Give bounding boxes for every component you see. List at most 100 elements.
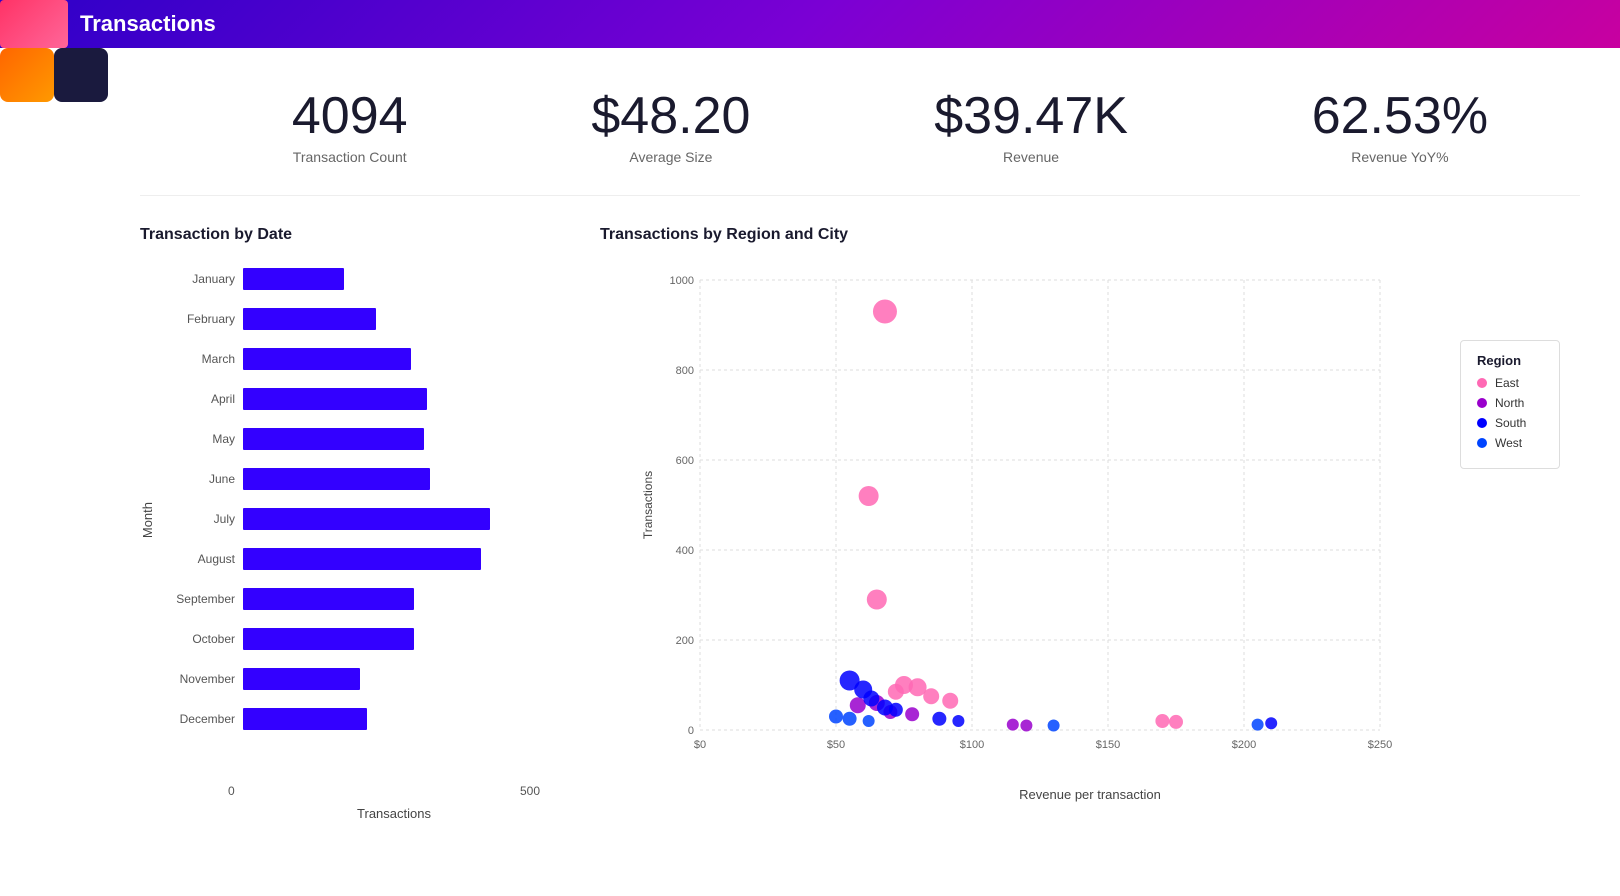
svg-text:Transactions: Transactions (641, 471, 655, 539)
svg-text:$200: $200 (1232, 739, 1256, 751)
bar-row: July (163, 500, 560, 538)
legend-dot (1477, 438, 1487, 448)
legend-item: North (1477, 396, 1543, 410)
scatter-point[interactable] (863, 691, 879, 707)
scatter-point[interactable] (905, 707, 919, 721)
kpi-average-size-value: $48.20 (591, 88, 750, 145)
bar-track (243, 428, 560, 450)
svg-text:$0: $0 (694, 739, 706, 751)
bar-month-label: October (163, 632, 243, 646)
scatter-x-label: Revenue per transaction (600, 787, 1580, 802)
bar-track (243, 268, 560, 290)
bar-month-label: November (163, 672, 243, 686)
scatter-point[interactable] (1169, 715, 1183, 729)
kpi-transaction-count-label: Transaction Count (292, 149, 408, 165)
kpi-average-size: $48.20 Average Size (591, 88, 750, 165)
legend-label: North (1495, 396, 1524, 410)
scatter-point[interactable] (889, 703, 903, 717)
scatter-point[interactable] (1155, 714, 1169, 728)
bar-row: June (163, 460, 560, 498)
scatter-point[interactable] (863, 715, 875, 727)
svg-text:$150: $150 (1096, 739, 1120, 751)
bar-fill (243, 348, 411, 370)
main-content: 4094 Transaction Count $48.20 Average Si… (0, 48, 1620, 896)
x-tick-500: 500 (520, 784, 540, 798)
scatter-point[interactable] (952, 715, 964, 727)
kpi-average-size-label: Average Size (591, 149, 750, 165)
scatter-point[interactable] (859, 486, 879, 506)
bar-row: January (163, 260, 560, 298)
scatter-chart-section: Transactions by Region and City 02004006… (600, 226, 1580, 821)
scatter-point[interactable] (923, 688, 939, 704)
scatter-point[interactable] (1020, 720, 1032, 732)
bar-fill (243, 468, 430, 490)
scatter-point[interactable] (873, 300, 897, 324)
bar-row: April (163, 380, 560, 418)
bar-fill (243, 708, 367, 730)
bar-fill (243, 308, 376, 330)
bar-fill (243, 548, 481, 570)
scatter-point[interactable] (1265, 717, 1277, 729)
bar-row: May (163, 420, 560, 458)
bar-row: February (163, 300, 560, 338)
svg-text:0: 0 (688, 725, 694, 737)
scatter-chart-area: 02004006008001000$0$50$100$150$200$250Tr… (600, 260, 1580, 820)
bar-chart-title: Transaction by Date (140, 226, 560, 244)
svg-text:600: 600 (676, 455, 694, 467)
bar-y-label: Month (140, 502, 155, 538)
logo-dark (54, 48, 108, 102)
kpi-revenue-yoy-label: Revenue YoY% (1312, 149, 1488, 165)
bar-month-label: June (163, 472, 243, 486)
legend-item: South (1477, 416, 1543, 430)
legend-label: South (1495, 416, 1526, 430)
kpi-row: 4094 Transaction Count $48.20 Average Si… (140, 68, 1580, 196)
bar-track (243, 348, 560, 370)
svg-text:1000: 1000 (670, 275, 694, 287)
bar-track (243, 548, 560, 570)
kpi-transaction-count-value: 4094 (292, 88, 408, 145)
bar-row: March (163, 340, 560, 378)
bar-month-label: September (163, 592, 243, 606)
bar-track (243, 308, 560, 330)
scatter-point[interactable] (932, 712, 946, 726)
scatter-point[interactable] (1252, 719, 1264, 731)
bar-month-label: July (163, 512, 243, 526)
x-tick-0: 0 (228, 784, 235, 798)
scatter-point[interactable] (850, 697, 866, 713)
header: Transactions (0, 0, 1620, 48)
scatter-point[interactable] (1048, 720, 1060, 732)
bar-fill (243, 508, 490, 530)
kpi-revenue-yoy: 62.53% Revenue YoY% (1312, 88, 1488, 165)
legend-item: West (1477, 436, 1543, 450)
kpi-revenue-value: $39.47K (934, 88, 1128, 145)
bar-track (243, 508, 560, 530)
legend-title: Region (1477, 353, 1543, 368)
bar-chart-section: Transaction by Date Month JanuaryFebruar… (140, 226, 560, 821)
bar-month-label: May (163, 432, 243, 446)
kpi-revenue-label: Revenue (934, 149, 1128, 165)
bar-fill (243, 588, 414, 610)
svg-text:$100: $100 (960, 739, 984, 751)
scatter-point[interactable] (942, 693, 958, 709)
legend-label: West (1495, 436, 1522, 450)
bar-fill (243, 268, 344, 290)
bar-x-axis: 0 500 (228, 784, 560, 798)
bar-x-label: Transactions (228, 806, 560, 821)
bar-row: October (163, 620, 560, 658)
scatter-point[interactable] (829, 710, 843, 724)
bar-month-label: April (163, 392, 243, 406)
svg-text:800: 800 (676, 365, 694, 377)
scatter-point[interactable] (843, 712, 857, 726)
legend-dot (1477, 418, 1487, 428)
bar-month-label: December (163, 712, 243, 726)
legend-dot (1477, 378, 1487, 388)
bar-row: August (163, 540, 560, 578)
bar-month-label: March (163, 352, 243, 366)
bar-row: September (163, 580, 560, 618)
bar-row: December (163, 700, 560, 738)
scatter-point[interactable] (867, 590, 887, 610)
scatter-point[interactable] (1007, 719, 1019, 731)
charts-row: Transaction by Date Month JanuaryFebruar… (140, 226, 1580, 821)
scatter-svg: 02004006008001000$0$50$100$150$200$250Tr… (600, 260, 1580, 780)
bar-chart-container: Month JanuaryFebruary March April May June Ju… (140, 260, 560, 780)
